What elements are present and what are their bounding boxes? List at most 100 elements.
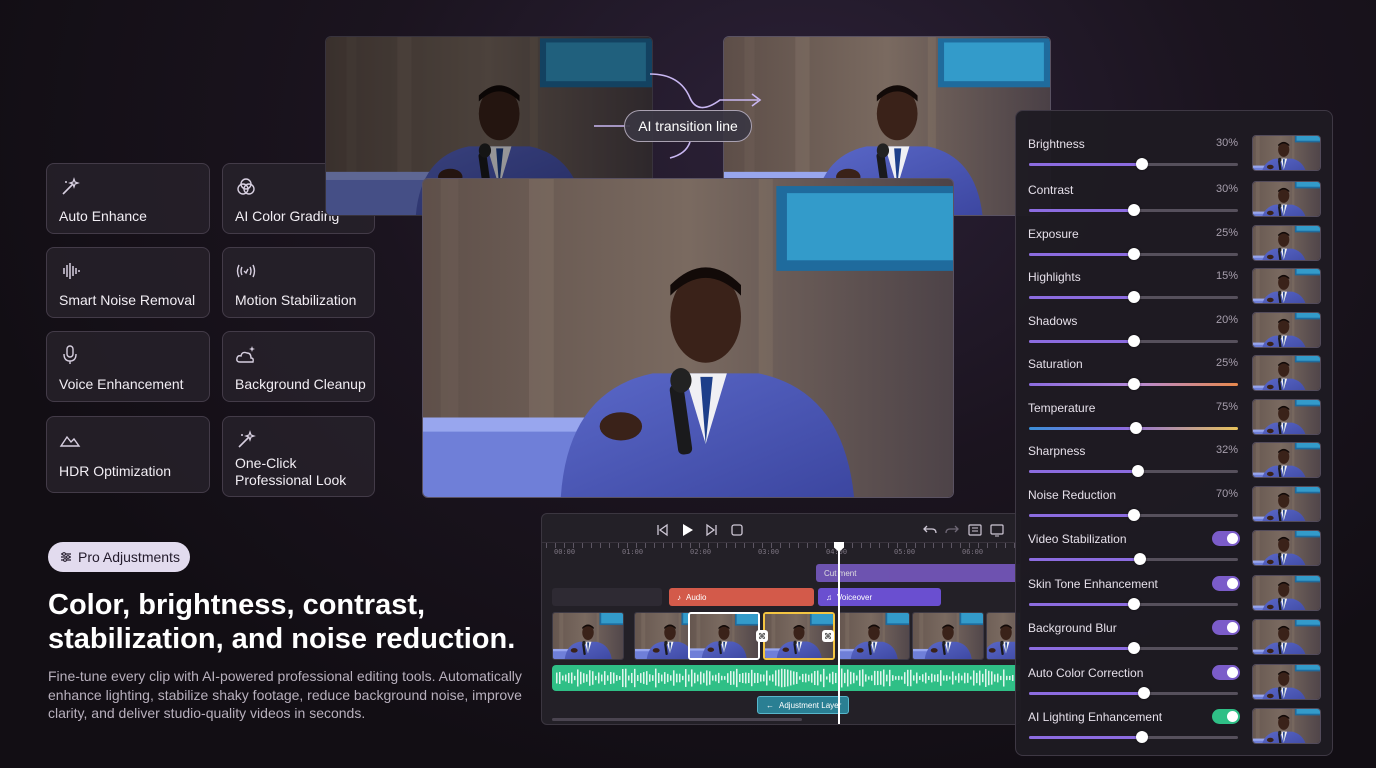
slider-knob[interactable] (1131, 465, 1144, 477)
ruler-tick (933, 543, 934, 548)
toggle-switch[interactable] (1212, 620, 1240, 635)
waveform-bar (742, 672, 744, 684)
feature-card-motion-stabilization[interactable]: Motion Stabilization (222, 247, 375, 318)
slider-knob[interactable] (1127, 248, 1140, 260)
waveform-bar (682, 675, 684, 681)
slider-knob[interactable] (1127, 204, 1140, 216)
ruler-tick (735, 543, 736, 548)
feature-card-one-click-professional-look[interactable]: One-Click Professional Look (222, 416, 375, 497)
slider-track[interactable] (1029, 422, 1238, 434)
waveform-bar (736, 668, 738, 688)
feature-card-background-cleanup[interactable]: Background Cleanup (222, 331, 375, 402)
feature-card-hdr-optimization[interactable]: HDR Optimization (46, 416, 210, 493)
slider-track[interactable] (1029, 158, 1238, 170)
waveform-bar (892, 675, 894, 681)
toggle-switch[interactable] (1212, 576, 1240, 591)
waveform-bar (670, 675, 672, 681)
video-clip[interactable] (552, 612, 624, 660)
slider-knob[interactable] (1127, 378, 1140, 390)
adjustment-row-contrast: Contrast 30% (1016, 175, 1334, 219)
waveform-bar (595, 675, 597, 681)
slider-track[interactable] (1029, 204, 1238, 216)
slider-track[interactable] (1029, 642, 1238, 654)
waveform-bar (718, 672, 720, 684)
slider-knob[interactable] (1127, 335, 1140, 347)
slider-knob[interactable] (1137, 687, 1150, 699)
video-clip[interactable] (838, 612, 910, 660)
slider-track[interactable] (1029, 731, 1238, 743)
ruler-tick (717, 543, 718, 548)
timeline-scrollbar[interactable] (552, 718, 802, 721)
audio-track[interactable]: ♪ Audio (669, 588, 814, 606)
waveform-bar (832, 671, 834, 685)
slider-track[interactable] (1029, 378, 1238, 390)
slider-fill (1029, 603, 1134, 606)
play-icon[interactable] (679, 522, 695, 538)
waveform-bar (811, 673, 813, 683)
ruler-label: 05:00 (894, 548, 916, 556)
waveform-bar (961, 675, 963, 681)
video-clip[interactable] (912, 612, 984, 660)
voiceover-track[interactable]: ♫ Voiceover (818, 588, 941, 606)
slider-track[interactable] (1029, 291, 1238, 303)
feature-card-smart-noise-removal[interactable]: Smart Noise Removal (46, 247, 210, 318)
slider-track[interactable] (1029, 598, 1238, 610)
waveform-bar (844, 672, 846, 684)
redo-icon[interactable] (944, 522, 960, 538)
headline: Color, brightness, contrast, stabilizati… (48, 589, 516, 655)
slider-knob[interactable] (1127, 291, 1140, 303)
transition-marker[interactable]: ⌘ (756, 630, 768, 642)
waveform-bar (592, 671, 594, 685)
slider-track[interactable] (1029, 509, 1238, 521)
slider-knob[interactable] (1129, 422, 1142, 434)
slider-knob[interactable] (1133, 553, 1146, 565)
skip-forward-icon[interactable] (704, 522, 720, 538)
slider-knob[interactable] (1127, 642, 1140, 654)
feature-card-voice-enhancement[interactable]: Voice Enhancement (46, 331, 210, 402)
ruler-tick (852, 543, 853, 548)
ruler-tick (609, 543, 610, 548)
ruler-tick (663, 543, 664, 548)
transition-marker[interactable]: ⌘ (822, 630, 834, 642)
loop-icon[interactable] (729, 522, 745, 538)
waveform-bar (757, 672, 759, 684)
toggle-switch[interactable] (1212, 709, 1240, 724)
audio-waveform-track[interactable] (552, 665, 1021, 691)
slider-knob[interactable] (1127, 509, 1140, 521)
waveform-bar (616, 675, 618, 681)
waveform-bar (829, 673, 831, 683)
waveform-bar (664, 672, 666, 684)
waveform-bar (565, 674, 567, 682)
adjustment-preview-thumbnail (1252, 486, 1321, 522)
slider-track[interactable] (1029, 248, 1238, 260)
waveform-bar (700, 671, 702, 685)
slider-track[interactable] (1029, 465, 1238, 477)
waveform-bar (907, 669, 909, 687)
skip-back-icon[interactable] (654, 522, 670, 538)
slider-knob[interactable] (1135, 731, 1148, 743)
slider-track[interactable] (1029, 553, 1238, 565)
adjustment-layer-track[interactable]: ← Adjustment Layer (757, 696, 849, 714)
feature-card-auto-enhance[interactable]: Auto Enhance (46, 163, 210, 234)
toggle-switch[interactable] (1212, 665, 1240, 680)
ruler-tick (924, 543, 925, 548)
undo-icon[interactable] (922, 522, 938, 538)
monitor-icon[interactable] (989, 522, 1005, 538)
slider-knob[interactable] (1127, 598, 1140, 610)
cut-segment-track[interactable]: Cut ment (816, 564, 1020, 582)
adjustment-value: 30% (1215, 183, 1238, 195)
sliders-icon (61, 552, 71, 562)
list-icon[interactable] (967, 522, 983, 538)
toggle-switch[interactable] (1212, 531, 1240, 546)
waveform-bar (853, 672, 855, 684)
waveform-bar (973, 670, 975, 686)
pro-adjustments-chip[interactable]: Pro Adjustments (48, 542, 190, 572)
slider-track[interactable] (1029, 687, 1238, 699)
slider-track[interactable] (1029, 335, 1238, 347)
adjustment-label: Skin Tone Enhancement (1028, 577, 1158, 591)
video-clip[interactable] (688, 612, 760, 660)
playhead[interactable] (838, 544, 840, 724)
slider-knob[interactable] (1135, 158, 1148, 170)
waveform-bar (652, 675, 654, 681)
waveform-bar (835, 672, 837, 684)
